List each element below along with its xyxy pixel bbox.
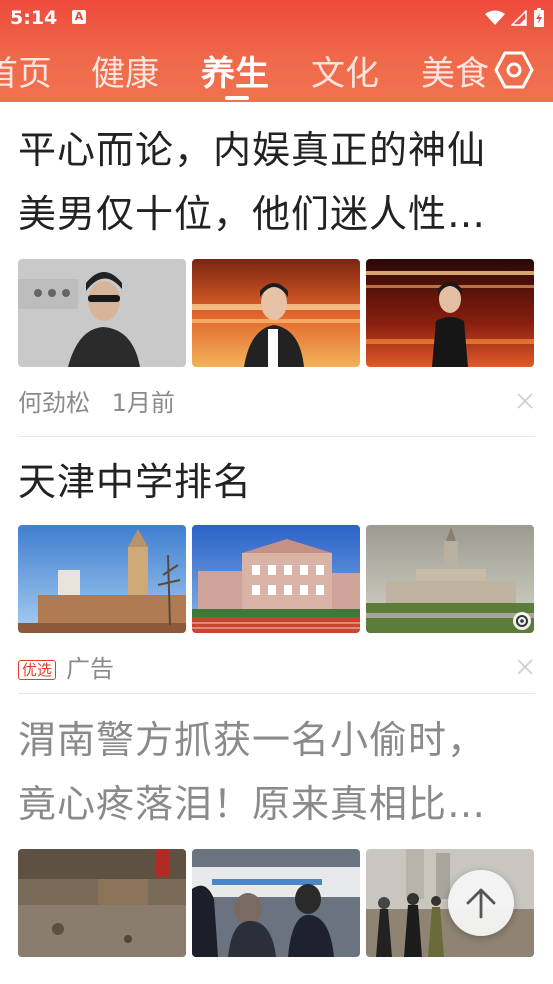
tab-culture[interactable]: 文化	[311, 46, 379, 95]
church-tower-photo[interactable]	[18, 525, 186, 633]
battery-icon	[534, 8, 544, 27]
ad-label: 广告	[66, 655, 115, 683]
feed-item-title: 渭南警方抓获一名小偷时， 竟心疼落泪！原来真相比…	[18, 708, 535, 836]
wifi-icon	[485, 10, 505, 25]
rural-yard-photo[interactable]	[18, 849, 186, 957]
man-sunglasses-photo[interactable]	[18, 259, 186, 367]
tab-health[interactable]: 健康	[91, 46, 159, 95]
singer-on-stage-photo[interactable]	[192, 259, 360, 367]
feed-item-title: 平心而论，内娱真正的神仙 美男仅十位，他们迷人性…	[18, 118, 535, 246]
close-icon[interactable]	[515, 657, 535, 677]
top-bar: 5:14 A 首页 健康 养生 文化 美食	[0, 0, 553, 102]
school-building-track-photo[interactable]	[192, 525, 360, 633]
source-name: 何劲松	[18, 389, 90, 417]
publish-time: 1月前	[111, 389, 175, 417]
tab-home[interactable]: 首页	[0, 46, 52, 95]
status-bar: 5:14 A	[0, 0, 553, 36]
channel-tabs: 首页 健康 养生 文化 美食	[0, 36, 490, 102]
system-icons	[485, 7, 545, 29]
close-icon[interactable]	[515, 391, 535, 411]
people-crouching-photo[interactable]	[192, 849, 360, 957]
tab-food[interactable]: 美食	[421, 46, 489, 95]
notification-a-icon: A	[72, 10, 86, 24]
arrow-up-icon	[466, 888, 496, 919]
thumbnail-row	[18, 525, 535, 633]
feed-item[interactable]: 平心而论，内娱真正的神仙 美男仅十位，他们迷人性… 何劲松 1月前	[18, 118, 535, 423]
title-line: 平心而论，内娱真正的神仙	[18, 128, 487, 172]
settings-hexagon-icon[interactable]	[494, 50, 534, 90]
feed-item-title: 天津中学排名	[18, 460, 253, 504]
ad-badge: 优选	[18, 660, 57, 680]
signal-icon	[511, 10, 527, 26]
title-line: 渭南警方抓获一名小偷时，	[18, 718, 487, 762]
back-to-top-button[interactable]	[448, 870, 514, 936]
tab-wellness[interactable]: 养生	[201, 46, 269, 95]
divider	[18, 436, 535, 437]
thumbnail-row	[18, 259, 535, 367]
performer-on-stage-photo[interactable]	[366, 259, 534, 367]
title-line: 竟心疼落泪！原来真相比…	[18, 782, 487, 826]
divider	[18, 693, 535, 694]
feed-item-meta: 优选 广告	[18, 649, 535, 689]
active-tab-indicator	[225, 96, 249, 100]
status-time: 5:14	[10, 7, 58, 29]
feed-item-meta: 何劲松 1月前	[18, 383, 535, 423]
university-tower-photo[interactable]	[366, 525, 534, 633]
feed-item-ad[interactable]: 天津中学排名 优选 广告	[18, 450, 535, 689]
title-line: 美男仅十位，他们迷人性…	[18, 192, 487, 236]
